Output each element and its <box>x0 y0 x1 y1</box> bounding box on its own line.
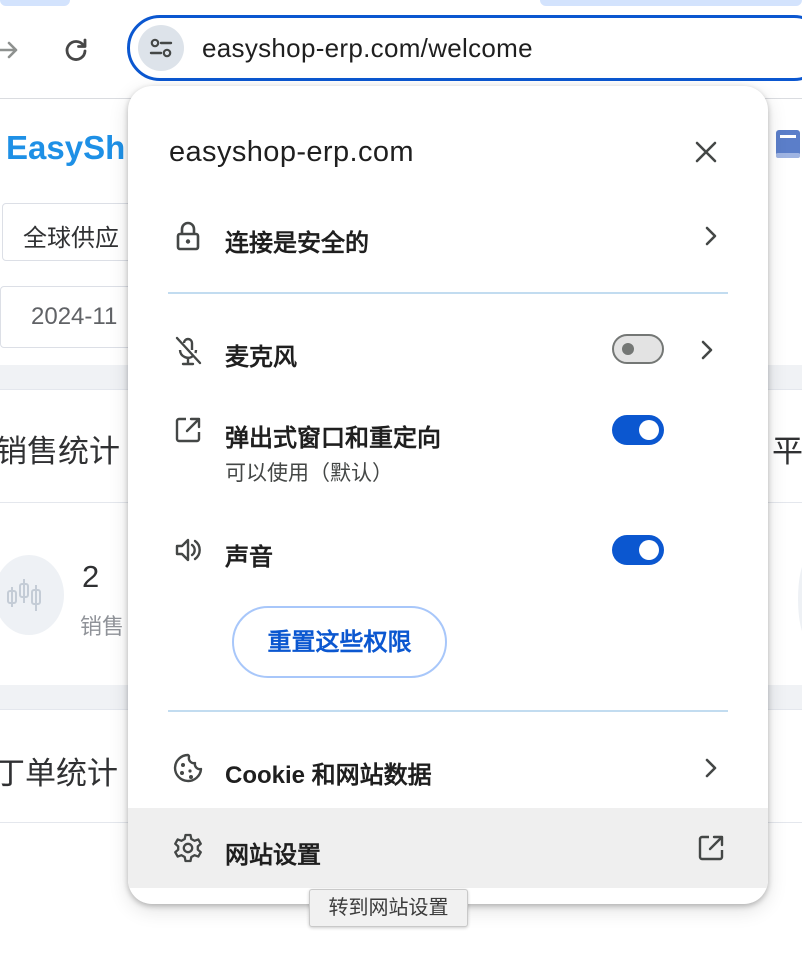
forward-button[interactable] <box>0 32 26 68</box>
cookies-label: Cookie 和网站数据 <box>225 762 432 789</box>
stat-label: 销售 <box>80 614 125 639</box>
divider <box>168 710 728 712</box>
order-title: 丁单统计 <box>0 756 118 791</box>
brand-logo[interactable]: EasySh <box>6 129 125 167</box>
reload-icon <box>65 38 87 61</box>
candlestick-icon <box>0 555 64 635</box>
url-text[interactable]: easyshop-erp.com/welcome <box>202 33 533 64</box>
chevron-right-icon[interactable] <box>695 335 719 365</box>
tab-edge <box>540 0 802 6</box>
microphone-toggle[interactable] <box>612 334 664 364</box>
gear-icon <box>172 832 204 864</box>
open-external-icon <box>695 832 727 864</box>
permission-label: 弹出式窗口和重定向 <box>225 425 441 452</box>
permission-label: 声音 <box>225 544 273 571</box>
popups-toggle[interactable] <box>612 415 664 445</box>
site-settings-label: 网站设置 <box>225 842 321 869</box>
sound-toggle[interactable] <box>612 535 664 565</box>
speaker-icon <box>172 534 204 566</box>
lock-icon <box>172 220 204 252</box>
site-settings-tooltip: 转到网站设置 <box>309 889 468 927</box>
stat-value: 2 <box>82 559 100 594</box>
connection-label: 连接是安全的 <box>225 230 369 257</box>
stat-icon-right <box>798 559 802 639</box>
cookie-icon <box>172 752 204 784</box>
site-info-button[interactable] <box>138 25 184 71</box>
sales-title: 销售统计 <box>0 434 120 469</box>
close-button[interactable] <box>688 134 724 170</box>
reload-button[interactable] <box>58 32 94 68</box>
platform-title: 平 <box>772 434 802 469</box>
permission-label: 麦克风 <box>225 344 297 371</box>
tab-edge <box>0 0 70 6</box>
close-icon <box>695 141 717 163</box>
browser-toolbar: easyshop-erp.com/welcome <box>0 0 802 99</box>
open-external-icon <box>172 414 204 446</box>
book-icon[interactable] <box>772 127 802 161</box>
tune-icon <box>149 38 173 58</box>
divider <box>168 292 728 294</box>
permission-sublabel: 可以使用（默认） <box>225 462 393 485</box>
site-settings-row[interactable]: 网站设置 <box>128 808 768 888</box>
site-info-popup: easyshop-erp.com 连接是安全的 麦克风 弹出式窗口和重定向 可以… <box>128 86 768 904</box>
mic-off-icon <box>172 335 204 367</box>
forward-arrow-icon <box>0 41 18 59</box>
popup-title: easyshop-erp.com <box>169 136 414 168</box>
address-bar[interactable]: easyshop-erp.com/welcome <box>127 15 802 81</box>
chevron-right-icon <box>699 221 723 251</box>
chevron-right-icon <box>699 753 723 783</box>
reset-permissions-button[interactable]: 重置这些权限 <box>232 606 447 678</box>
